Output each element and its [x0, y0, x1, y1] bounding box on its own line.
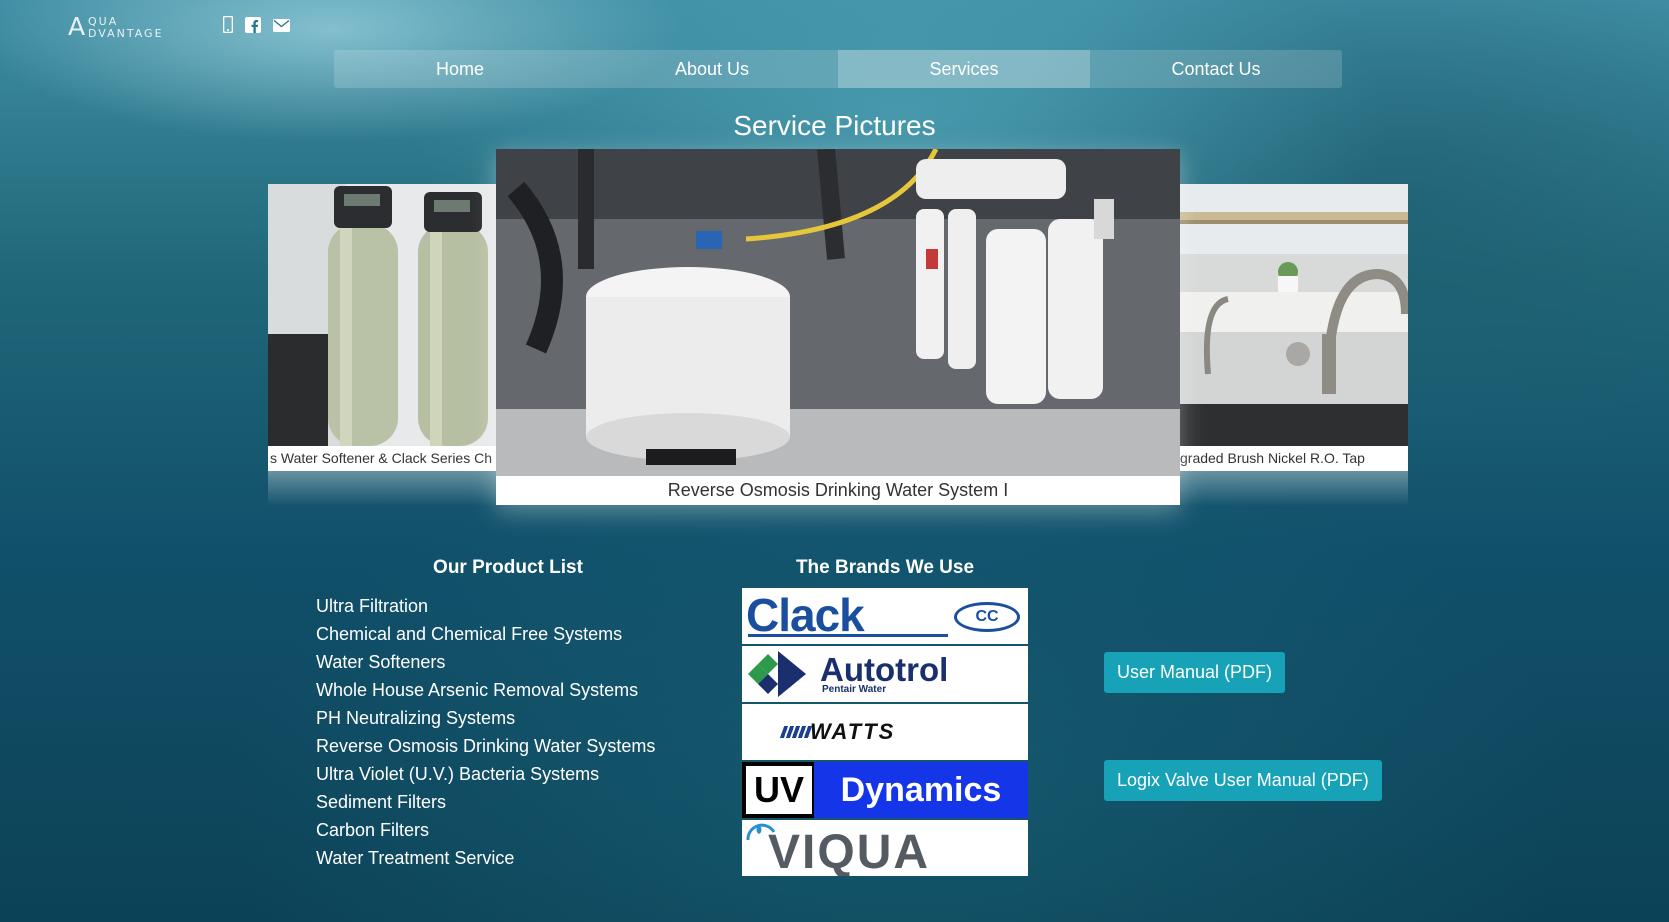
gallery-title: Service Pictures — [733, 110, 936, 141]
autotrol-subtext: Pentair Water — [822, 684, 887, 695]
product-item: PH Neutralizing Systems — [316, 708, 516, 728]
nav-contact-us[interactable]: Contact Us — [1090, 50, 1342, 88]
product-item: Sediment Filters — [316, 792, 447, 812]
logo-text-bottom: DVANTAGE — [88, 27, 164, 40]
product-item: Chemical and Chemical Free Systems — [316, 624, 623, 644]
reflection-right — [1178, 471, 1408, 506]
autotrol-logo-text: Autotrol — [820, 651, 949, 688]
product-item: Reverse Osmosis Drinking Water Systems — [316, 736, 656, 756]
brand-logos: Clack CC Autotrol Pentair Water WATTS UV… — [742, 588, 1028, 878]
uv-dynamics-logo: UV Dynamics — [742, 762, 1028, 818]
product-list: Ultra Filtration Chemical and Chemical F… — [316, 592, 655, 872]
clack-logo: Clack CC — [742, 588, 1028, 644]
clack-swoosh — [748, 634, 948, 637]
carousel-caption-previous: s Water Softener & Clack Series Ch — [270, 450, 493, 466]
carousel-slide-active[interactable]: Reverse Osmosis Drinking Water System I — [496, 149, 1180, 505]
carousel-caption-active: Reverse Osmosis Drinking Water System I — [667, 480, 1009, 500]
product-item: Water Softeners — [316, 652, 446, 672]
site-logo[interactable]: A QUA DVANTAGE — [68, 12, 208, 41]
autotrol-mark-icon — [748, 651, 806, 697]
reflection-left — [268, 471, 498, 506]
main-navigation: Home About Us Services Contact Us — [334, 50, 1342, 88]
logo-letter: A — [68, 12, 86, 41]
social-icons — [222, 15, 290, 37]
facebook-icon[interactable] — [245, 16, 261, 37]
brands-heading: The Brands We Use — [795, 557, 975, 578]
autotrol-logo: Autotrol Pentair Water — [742, 646, 1028, 702]
nav-home[interactable]: Home — [334, 50, 586, 88]
product-item: Ultra Violet (U.V.) Bacteria Systems — [316, 764, 600, 784]
viqua-logo: VIQUA — [742, 820, 1028, 876]
user-manual-pdf-button[interactable]: User Manual (PDF) — [1104, 652, 1286, 693]
logix-valve-manual-pdf-button[interactable]: Logix Valve User Manual (PDF) — [1104, 760, 1382, 801]
product-item: Whole House Arsenic Removal Systems — [316, 680, 639, 700]
carousel-caption-next: graded Brush Nickel R.O. Tap — [1180, 450, 1365, 466]
ro-faucet-photo — [1178, 184, 1408, 446]
product-item: Water Treatment Service — [316, 848, 515, 868]
carousel-slide-next[interactable]: graded Brush Nickel R.O. Tap — [1178, 184, 1408, 471]
envelope-icon[interactable] — [273, 17, 290, 36]
uv-logo-text: UV — [746, 766, 812, 814]
nav-about-us[interactable]: About Us — [586, 50, 838, 88]
nav-services[interactable]: Services — [838, 50, 1090, 88]
reverse-osmosis-photo — [496, 149, 1180, 476]
product-item: Carbon Filters — [316, 820, 430, 840]
product-list-heading: Our Product List — [433, 557, 583, 578]
product-item: Ultra Filtration — [316, 596, 429, 616]
water-softener-photo — [268, 184, 498, 446]
clack-badge: CC — [954, 602, 1020, 632]
mobile-phone-icon[interactable] — [222, 15, 234, 37]
watts-logo-text: WATTS — [810, 719, 896, 744]
viqua-logo-text: VIQUA — [768, 826, 931, 876]
carousel-slide-previous[interactable]: s Water Softener & Clack Series Ch — [268, 184, 498, 471]
dynamics-logo-text: Dynamics — [814, 762, 1028, 818]
watts-logo: WATTS — [742, 704, 1028, 760]
